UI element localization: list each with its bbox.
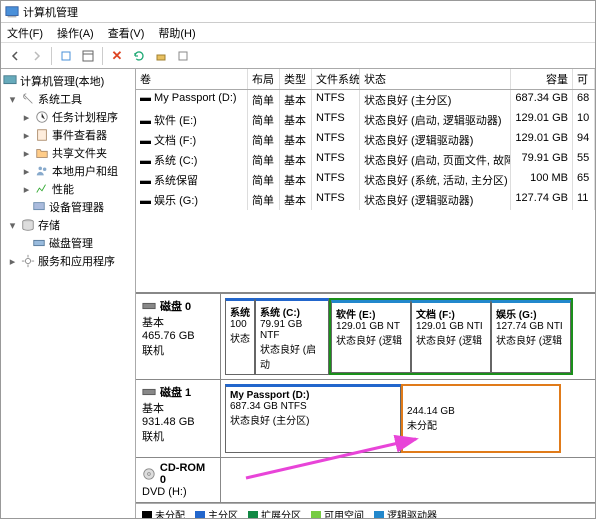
volume-row[interactable]: ▬ My Passport (D:)简单基本NTFS状态良好 (主分区)687.… <box>136 90 595 110</box>
tools-icon <box>21 92 35 106</box>
volume-row[interactable]: ▬ 文档 (F:)简单基本NTFS状态良好 (逻辑驱动器)129.01 GB94 <box>136 130 595 150</box>
menu-bar: 文件(F) 操作(A) 查看(V) 帮助(H) <box>1 23 595 43</box>
expand-icon[interactable]: ▸ <box>7 255 18 268</box>
partition-f[interactable]: 文档 (F:)129.01 GB NTI状态良好 (逻辑 <box>411 300 491 373</box>
expand-icon[interactable]: ▸ <box>21 183 32 196</box>
disk-1-header: 磁盘 1 基本 931.48 GB 联机 <box>136 380 221 457</box>
disk-1-row[interactable]: 磁盘 1 基本 931.48 GB 联机 My Passport (D:)687… <box>136 380 595 458</box>
nav-tree: 计算机管理(本地) ▾系统工具 ▸任务计划程序 ▸事件查看器 ▸共享文件夹 ▸本… <box>1 69 136 518</box>
partition-g[interactable]: 娱乐 (G:)127.74 GB NTI状态良好 (逻辑 <box>491 300 571 373</box>
list-header: 卷 布局 类型 文件系统 状态 容量 可 <box>136 69 595 90</box>
legend-free: 可用空间 <box>311 507 364 518</box>
disk-graphic-pane: 磁盘 0 基本 465.76 GB 联机 系统100状态 系统 (C:)79.9… <box>136 294 595 518</box>
partition-reserved[interactable]: 系统100状态 <box>225 298 255 375</box>
back-button[interactable] <box>5 46 25 66</box>
properties-button[interactable] <box>78 46 98 66</box>
tree-services[interactable]: ▸服务和应用程序 <box>3 252 133 270</box>
menu-file[interactable]: 文件(F) <box>7 25 43 41</box>
col-capacity[interactable]: 容量 <box>511 69 573 89</box>
app-icon <box>5 5 19 19</box>
cdrom-header: CD-ROM 0 DVD (H:) <box>136 458 221 502</box>
col-layout[interactable]: 布局 <box>248 69 280 89</box>
volume-row[interactable]: ▬ 系统保留简单基本NTFS状态良好 (系统, 活动, 主分区)100 MB65 <box>136 170 595 190</box>
disk-0-row[interactable]: 磁盘 0 基本 465.76 GB 联机 系统100状态 系统 (C:)79.9… <box>136 294 595 380</box>
event-icon <box>35 128 49 142</box>
delete-button[interactable]: ✕ <box>107 46 127 66</box>
col-avail[interactable]: 可 <box>573 69 595 89</box>
clock-icon <box>35 110 49 124</box>
partition-c[interactable]: 系统 (C:)79.91 GB NTF状态良好 (启动 <box>255 298 329 375</box>
folder-icon <box>35 146 49 160</box>
volume-row[interactable]: ▬ 系统 (C:)简单基本NTFS状态良好 (启动, 页面文件, 故障转储, 主… <box>136 150 595 170</box>
volume-row[interactable]: ▬ 软件 (E:)简单基本NTFS状态良好 (启动, 逻辑驱动器)129.01 … <box>136 110 595 130</box>
partition-unallocated[interactable]: 244.14 GB未分配 <box>401 384 561 453</box>
legend: 未分配 主分区 扩展分区 可用空间 逻辑驱动器 <box>136 503 595 518</box>
users-icon <box>35 164 49 178</box>
perf-icon <box>35 182 49 196</box>
disk-icon <box>142 299 156 313</box>
expand-icon[interactable]: ▸ <box>21 147 32 160</box>
expand-icon[interactable]: ▸ <box>21 165 32 178</box>
legend-ext: 扩展分区 <box>248 507 301 518</box>
tree-systools[interactable]: ▾系统工具 <box>3 90 133 108</box>
menu-action[interactable]: 操作(A) <box>57 25 94 41</box>
gear-icon <box>21 254 35 268</box>
col-volume[interactable]: 卷 <box>136 69 248 89</box>
menu-help[interactable]: 帮助(H) <box>158 25 195 41</box>
tree-users[interactable]: ▸本地用户和组 <box>3 162 133 180</box>
highlight-green: 软件 (E:)129.01 GB NT状态良好 (逻辑 文档 (F:)129.0… <box>329 298 573 375</box>
col-type[interactable]: 类型 <box>280 69 312 89</box>
legend-unalloc: 未分配 <box>142 507 185 518</box>
legend-primary: 主分区 <box>195 507 238 518</box>
help-button[interactable] <box>173 46 193 66</box>
refresh-button[interactable] <box>129 46 149 66</box>
forward-button[interactable] <box>27 46 47 66</box>
disk-0-header: 磁盘 0 基本 465.76 GB 联机 <box>136 294 221 379</box>
tree-shared[interactable]: ▸共享文件夹 <box>3 144 133 162</box>
disk-icon <box>142 385 156 399</box>
tree-devmgr[interactable]: 设备管理器 <box>3 198 133 216</box>
tree-event[interactable]: ▸事件查看器 <box>3 126 133 144</box>
device-icon <box>32 200 46 214</box>
cd-icon <box>142 467 156 481</box>
storage-icon <box>21 218 35 232</box>
toolbar: ✕ <box>1 43 595 69</box>
computer-icon <box>3 74 17 88</box>
tree-scheduler[interactable]: ▸任务计划程序 <box>3 108 133 126</box>
action-button[interactable] <box>151 46 171 66</box>
partition-d[interactable]: My Passport (D:)687.34 GB NTFS状态良好 (主分区) <box>225 384 401 453</box>
window-title: 计算机管理 <box>23 4 78 20</box>
tree-diskmgmt[interactable]: 磁盘管理 <box>3 234 133 252</box>
menu-view[interactable]: 查看(V) <box>108 25 145 41</box>
up-button[interactable] <box>56 46 76 66</box>
volume-row[interactable]: ▬ 娱乐 (G:)简单基本NTFS状态良好 (逻辑驱动器)127.74 GB11 <box>136 190 595 210</box>
volume-list: 卷 布局 类型 文件系统 状态 容量 可 ▬ My Passport (D:)简… <box>136 69 595 294</box>
expand-icon[interactable]: ▸ <box>21 129 32 142</box>
col-fs[interactable]: 文件系统 <box>312 69 360 89</box>
cdrom-row[interactable]: CD-ROM 0 DVD (H:) <box>136 458 595 503</box>
col-status[interactable]: 状态 <box>360 69 511 89</box>
collapse-icon[interactable]: ▾ <box>7 219 18 232</box>
title-bar: 计算机管理 <box>1 1 595 23</box>
collapse-icon[interactable]: ▾ <box>7 93 18 106</box>
legend-logical: 逻辑驱动器 <box>374 507 437 518</box>
tree-storage[interactable]: ▾存储 <box>3 216 133 234</box>
partition-e[interactable]: 软件 (E:)129.01 GB NT状态良好 (逻辑 <box>331 300 411 373</box>
disk-icon <box>32 236 46 250</box>
expand-icon[interactable]: ▸ <box>21 111 32 124</box>
tree-root[interactable]: 计算机管理(本地) <box>3 72 133 90</box>
tree-perf[interactable]: ▸性能 <box>3 180 133 198</box>
